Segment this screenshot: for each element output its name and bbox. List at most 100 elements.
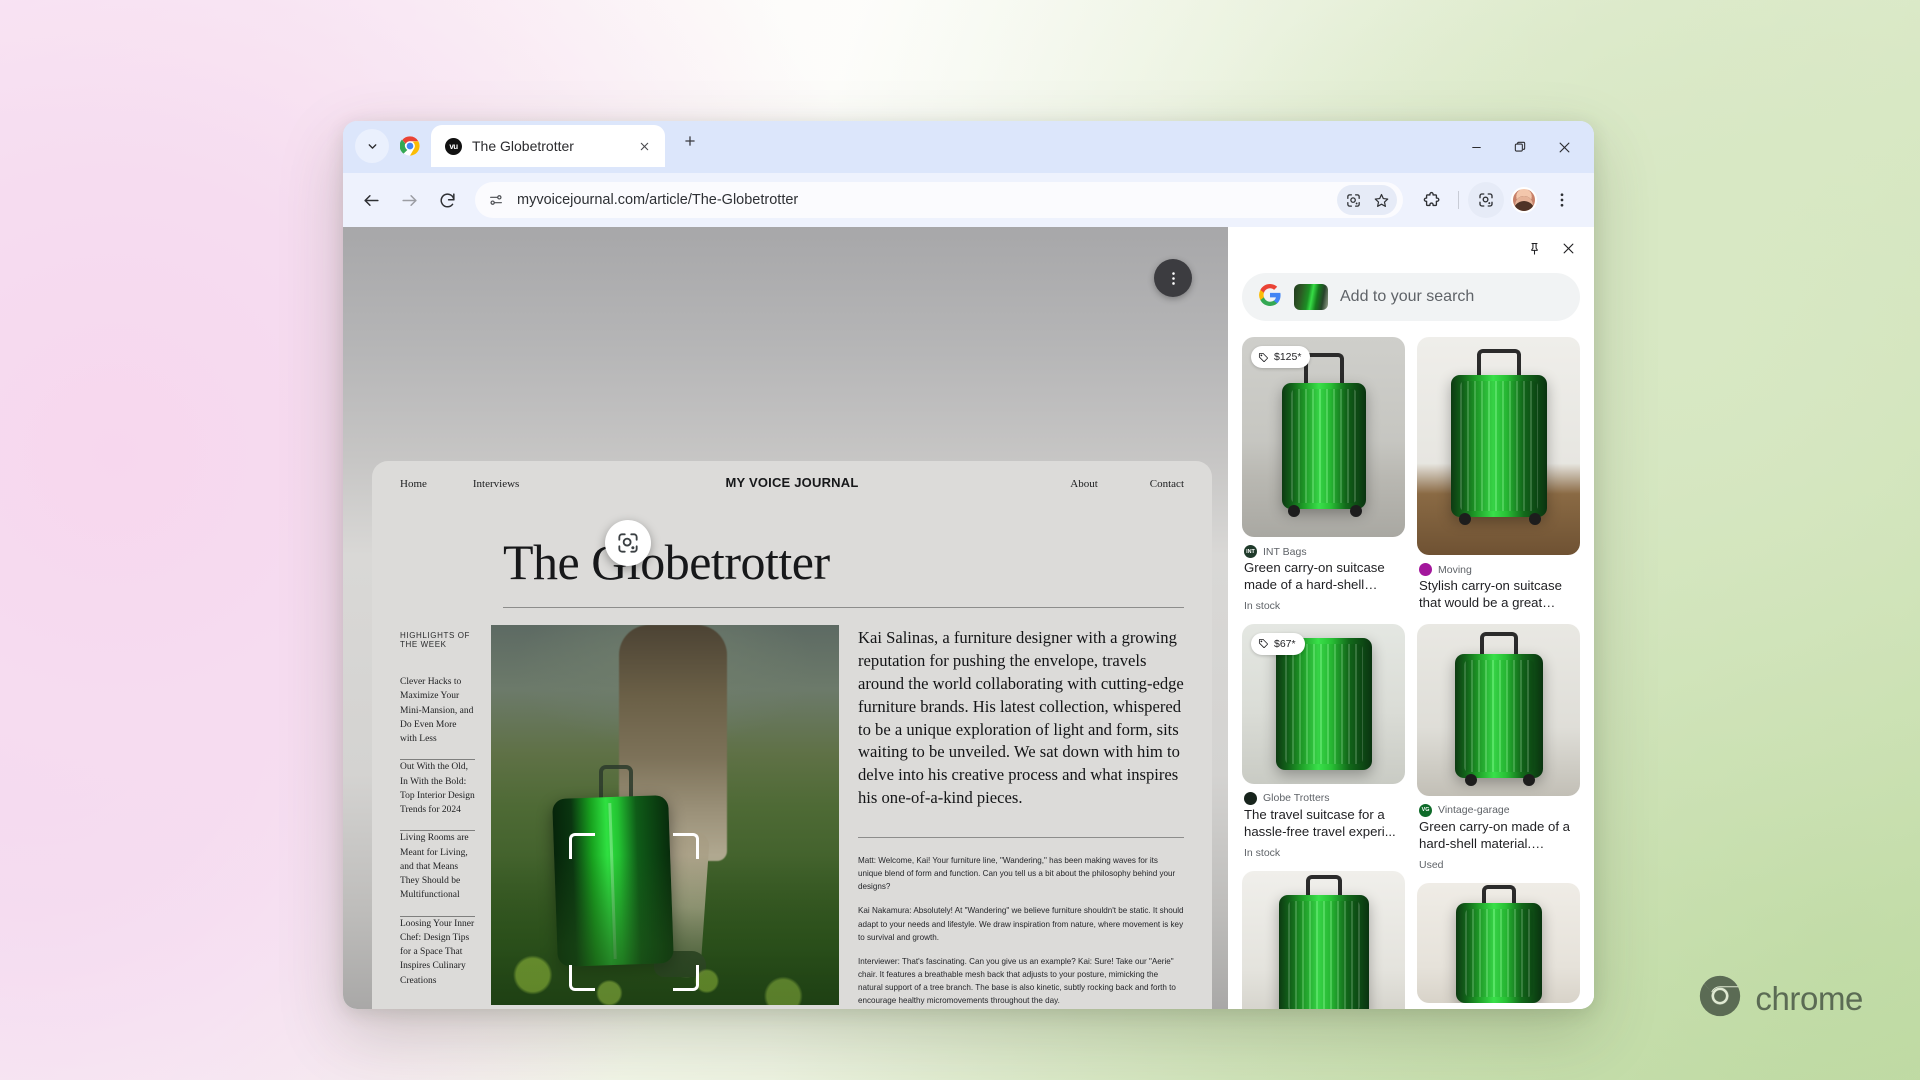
suitcase-wheel — [1464, 773, 1477, 786]
reload-icon[interactable] — [429, 182, 465, 218]
back-arrow-icon[interactable] — [353, 182, 389, 218]
suitcase-handle — [1481, 884, 1516, 905]
three-dot-menu-icon[interactable] — [1544, 182, 1580, 218]
highlights-sidebar: HIGHLIGHTS OF THE WEEK Clever Hacks to M… — [372, 608, 475, 1009]
price-value: $125* — [1274, 351, 1302, 363]
selection-corner-top-right[interactable] — [673, 833, 699, 859]
window-close-icon[interactable] — [1544, 129, 1584, 165]
product-image[interactable] — [1417, 337, 1580, 555]
site-brand: MY VOICE JOURNAL — [725, 475, 859, 490]
product-title[interactable]: Stylish carry-on suitcase that would be … — [1419, 578, 1578, 612]
product-photo — [1417, 882, 1580, 1003]
selection-corner-bottom-left[interactable] — [569, 965, 595, 991]
product-title[interactable]: The travel suitcase for a hassle-free tr… — [1244, 807, 1403, 841]
price-tag-icon — [1258, 352, 1268, 362]
product-image[interactable]: $67* — [1242, 623, 1405, 784]
site-nav: Home Interviews About Contact MY VOICE J… — [372, 461, 1212, 507]
seller-name: Vintage-garage — [1438, 804, 1510, 817]
product-image[interactable] — [1417, 623, 1580, 796]
product-photo — [1417, 623, 1580, 796]
seller-name: Moving — [1438, 563, 1472, 576]
highlight-item[interactable]: Living Rooms are Meant for Living, and t… — [400, 831, 475, 902]
price-tag-icon — [1258, 639, 1268, 649]
seller-avatar: VG — [1419, 803, 1432, 817]
page-viewport: Home Interviews About Contact MY VOICE J… — [343, 227, 1228, 1009]
suitcase-handle — [1479, 631, 1518, 656]
new-tab-button[interactable] — [677, 128, 703, 154]
bookmark-star-icon[interactable] — [1367, 186, 1395, 214]
seller-avatar — [1244, 791, 1257, 805]
window-restore-icon[interactable] — [1500, 129, 1540, 165]
article-body: HIGHLIGHTS OF THE WEEK Clever Hacks to M… — [372, 608, 1212, 1009]
seller-avatar: INT — [1244, 545, 1257, 558]
page-overlay-three-dot-menu-icon[interactable] — [1154, 259, 1192, 297]
tab-favicon: vu — [445, 137, 462, 155]
browser-content: Home Interviews About Contact MY VOICE J… — [343, 227, 1594, 1009]
window-controls — [1456, 129, 1584, 165]
pin-icon[interactable] — [1520, 234, 1548, 262]
seller-row: Globe Trotters — [1244, 791, 1403, 805]
site-settings-tune-icon[interactable] — [485, 189, 507, 211]
browser-tab[interactable]: vu The Globetrotter — [431, 125, 665, 167]
window-minimize-icon[interactable] — [1456, 129, 1496, 165]
add-to-search-bar[interactable]: Add to your search — [1242, 273, 1580, 321]
tab-search-chevron-down-icon[interactable] — [355, 129, 389, 163]
google-g-icon — [1258, 283, 1282, 312]
address-bar-url: myvoicejournal.com/article/The-Globetrot… — [517, 192, 799, 208]
product-photo — [1242, 870, 1405, 1009]
omnibox-action-pill — [1337, 185, 1397, 215]
product-title[interactable]: Green carry-on suitcase made of a hard-s… — [1244, 560, 1403, 594]
green-suitcase — [1281, 383, 1366, 509]
interview-paragraph: Kai Nakamura: Absolutely! At "Wandering"… — [858, 906, 1184, 942]
highlight-item[interactable]: Clever Hacks to Maximize Your Mini-Mansi… — [400, 675, 475, 746]
tab-title: The Globetrotter — [472, 138, 574, 154]
chrome-logo-icon — [395, 131, 425, 161]
lens-selection-frame[interactable] — [569, 833, 699, 991]
profile-avatar[interactable] — [1506, 182, 1542, 218]
green-suitcase — [1275, 637, 1372, 770]
side-panel-header — [1228, 227, 1594, 265]
product-title[interactable]: Green carry-on made of a hard-shell mate… — [1419, 819, 1578, 853]
suitcase-handle — [1476, 349, 1521, 377]
stock-status: Used — [1419, 858, 1444, 871]
product-image[interactable] — [1417, 882, 1580, 1003]
google-lens-icon[interactable] — [605, 520, 651, 566]
seller-name: INT Bags — [1263, 545, 1307, 558]
lens-side-panel: Add to your search $125* INT INT Bags Gr… — [1228, 227, 1594, 1009]
highlight-item[interactable]: Out With the Old, In With the Bold: Top … — [400, 760, 475, 817]
product-image[interactable]: $125* — [1242, 337, 1405, 537]
interview-transcript: Matt: Welcome, Kai! Your furniture line,… — [858, 854, 1184, 1009]
tab-strip: vu The Globetrotter — [343, 121, 1594, 173]
product-card[interactable] — [1417, 882, 1580, 1003]
seller-name: Globe Trotters — [1263, 792, 1330, 805]
lens-side-panel-icon[interactable] — [1468, 182, 1504, 218]
google-lens-icon[interactable] — [1339, 186, 1367, 214]
seller-row: INT INT Bags — [1244, 545, 1403, 558]
article-hero-image[interactable] — [491, 625, 839, 1005]
side-panel-close-icon[interactable] — [1554, 234, 1582, 262]
product-card[interactable]: $125* INT INT Bags Green carry-on suitca… — [1242, 337, 1405, 612]
forward-arrow-icon[interactable] — [391, 182, 427, 218]
seller-row: Moving — [1419, 563, 1578, 576]
product-card[interactable] — [1242, 870, 1405, 1009]
product-card[interactable]: VG Vintage-garage Green carry-on made of… — [1417, 623, 1580, 871]
tab-close-icon[interactable] — [633, 135, 655, 157]
suitcase-wheel — [1522, 773, 1535, 786]
product-photo — [1417, 337, 1580, 555]
suitcase-wheel — [1287, 505, 1300, 517]
lens-results-grid[interactable]: $125* INT INT Bags Green carry-on suitca… — [1228, 321, 1594, 1009]
suitcase-handle — [1305, 874, 1342, 897]
interview-paragraph: Interviewer: That's fascinating. Can you… — [858, 956, 1176, 1006]
selection-corner-top-left[interactable] — [569, 833, 595, 859]
extensions-puzzle-piece-icon[interactable] — [1413, 182, 1449, 218]
highlight-item[interactable]: Loosing Your Inner Chef: Design Tips for… — [400, 917, 475, 988]
product-image[interactable] — [1242, 870, 1405, 1009]
selection-corner-bottom-right[interactable] — [673, 965, 699, 991]
product-card[interactable]: Moving Stylish carry-on suitcase that wo… — [1417, 337, 1580, 612]
green-suitcase — [1278, 894, 1369, 1009]
product-card[interactable]: $67* Globe Trotters The travel suitcase … — [1242, 623, 1405, 859]
address-bar[interactable]: myvoicejournal.com/article/The-Globetrot… — [475, 182, 1403, 218]
highlights-heading: HIGHLIGHTS OF THE WEEK — [400, 631, 471, 649]
chrome-watermark-label: chrome — [1755, 979, 1863, 1017]
suitcase-wheel — [1349, 505, 1362, 517]
